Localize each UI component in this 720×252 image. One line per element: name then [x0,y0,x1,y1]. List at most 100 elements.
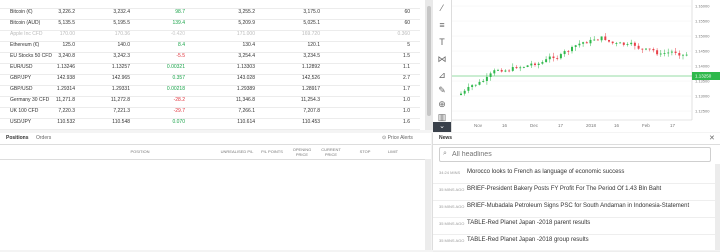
candle-body [559,54,562,59]
col-opening-price[interactable]: OPENING PRICE [292,147,312,157]
candle-body [545,59,548,63]
candlestick-chart[interactable]: 1.160001.155001.150001.145001.140001.135… [452,0,720,132]
news-scrollbar[interactable] [715,164,720,250]
tab-orders[interactable]: Orders [36,133,51,144]
news-time: 34:24 MINS [439,170,461,175]
current-price-label: 1.13250 [695,74,712,79]
positions-scrollbar[interactable] [425,159,431,250]
news-headline[interactable]: BRIEF-Mubadala Petroleum Signs PSC for S… [467,203,689,209]
col-position[interactable]: POSITION [120,149,160,154]
spread-value: 1.6 [403,119,410,125]
candle-body [604,36,607,41]
news-search-input[interactable] [452,148,702,161]
col-stop[interactable]: STOP [355,149,375,154]
y-tick-label: 1.15500 [695,19,710,24]
watchlist-scroll-thumb[interactable] [427,6,431,116]
candle-body [541,62,544,64]
price-alerts-label: Price Alerts [387,135,413,141]
candle-body [537,63,540,66]
candle-body [608,40,610,42]
price-chart[interactable]: 1.16000 1.15500 1.15000 1.14500 1.14000 1.135… [452,0,720,132]
ask-price: 110.548 [112,119,130,125]
news-headline[interactable]: BRIEF-President Bakery Posts FY Profit F… [467,186,661,192]
candle-body [552,56,555,59]
candle-body [463,90,466,94]
news-search-box[interactable]: ⌕ [439,147,711,162]
horizontal-line-tool-icon[interactable]: ≡ [436,19,448,31]
y-tick-label: 1.14500 [695,49,710,54]
tab-positions[interactable]: Positions [6,133,29,144]
close-icon[interactable]: ✕ [709,133,715,144]
candle-body [526,65,529,68]
candle-body [630,42,633,45]
x-tick-label: 16 [614,123,620,128]
candle-body [678,52,681,56]
x-tick-label: 17 [558,123,564,128]
candle-body [633,42,636,46]
candle-body [530,63,533,66]
news-headline[interactable]: Morocco looks to French as language of e… [467,169,624,175]
pencil-tool-icon[interactable]: ✎ [436,84,448,96]
candle-body [596,39,599,41]
y-tick-label: 1.12500 [695,109,710,114]
candle-body [641,48,644,50]
col-current-price[interactable]: CURRENT PRICE [320,147,342,157]
candle-body [556,58,559,59]
candle-body [670,51,673,53]
zoom-icon[interactable]: ⊕ [436,98,448,110]
candle-body [615,43,618,44]
measure-tool-icon[interactable]: ⊿ [436,69,448,81]
y-tick-label: 1.15000 [695,34,710,39]
watchlist-table: Bitcoin (€) 3,226.2 3,232.4 98.7 3,255.2 3,17… [0,0,425,130]
candle-body [645,48,647,50]
news-time: 35 MINS AGO [439,238,465,243]
col-pl-points[interactable]: P/L POINTS [256,149,288,154]
candle-body [482,80,485,82]
candle-body [474,84,477,86]
candle-body [682,54,684,56]
candle-body [656,50,659,55]
candle-body [493,70,496,74]
candle-body [574,45,577,47]
x-tick-label: 16 [502,123,508,128]
x-tick-label: Nov [474,123,483,128]
candle-body [637,45,640,49]
news-time: 35 MINS AGO [439,204,465,209]
candle-body [622,42,625,45]
news-headline[interactable]: TABLE-Red Planet Japan -2018 group resul… [467,237,589,243]
positions-tabs: Positions Orders ⊙ Price Alerts [0,133,431,145]
candle-body [504,70,507,72]
price-alerts-button[interactable]: ⊙ Price Alerts [382,133,413,144]
col-limit[interactable]: LIMIT [383,149,403,154]
news-item[interactable]: 35 MINS AGO TABLE-Red Planet Japan -2018 … [433,232,720,252]
search-icon: ⌕ [443,150,447,157]
candle-body [648,48,651,50]
candle-body [674,51,677,53]
watchlist-row[interactable]: USD/JPY 110.532 110.548 0.070 110.614 110.453… [0,116,420,130]
chart-toolbar: ⁄ ≡ T ⋈ ⊿ ✎ ⊕ ▥ [433,0,452,132]
candle-body [485,76,488,81]
news-headline[interactable]: TABLE-Red Planet Japan -2018 parent resu… [467,220,590,226]
candle-body [626,44,629,45]
text-tool-icon[interactable]: T [436,36,448,48]
candle-body [460,93,462,95]
x-tick-label: Dec [530,123,539,128]
news-header: News ✕ [433,133,720,145]
candle-body [667,52,670,54]
candle-body [511,67,514,71]
y-tick-label: 1.16000 [695,4,710,9]
news-time: 35 MINS AGO [439,221,465,226]
trend-tool-icon[interactable]: ⁄ [436,2,448,14]
change-value: 0.070 [172,119,185,125]
candle-body [500,69,503,72]
pattern-tool-icon[interactable]: ⋈ [436,53,448,65]
candle-body [582,42,585,44]
news-time: 35 MINS AGO [439,187,465,192]
candle-body [515,67,518,69]
candle-body [563,51,566,55]
news-title: News [439,135,453,141]
col-unrealised-pl[interactable]: UNREALISED P/L [218,149,256,154]
chevron-down-icon[interactable]: ⌄ [433,122,451,132]
candle-body [619,42,622,44]
candle-body [659,53,662,55]
